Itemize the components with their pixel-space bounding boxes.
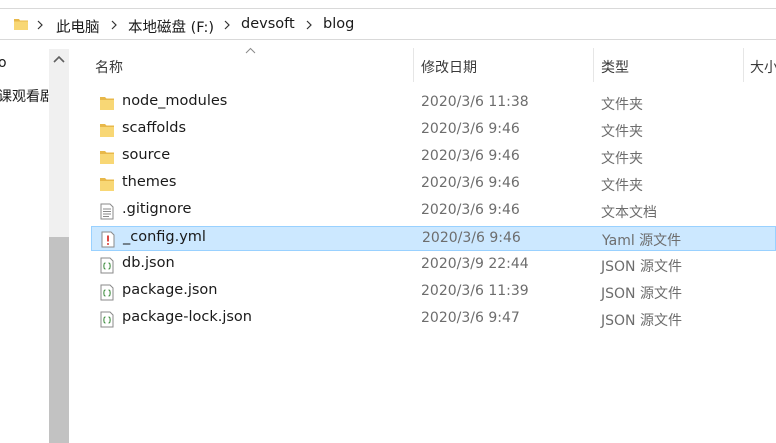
text-file-icon — [100, 203, 114, 220]
column-header-modified[interactable]: 修改日期 — [414, 48, 593, 84]
file-modified-date: 2020/3/6 9:46 — [421, 121, 520, 137]
file-name: themes — [122, 174, 177, 190]
file-name: .gitignore — [122, 201, 192, 217]
file-type: 文件夹 — [601, 97, 643, 113]
json-file-icon — [100, 257, 114, 274]
address-bar[interactable]: 此电脑 本地磁盘 (F:) devsoft blog — [0, 8, 776, 40]
breadcrumb-local-disk[interactable]: 本地磁盘 (F:) — [128, 16, 214, 37]
file-type: 文件夹 — [601, 124, 643, 140]
file-type: Yaml 源文件 — [602, 233, 682, 249]
breadcrumb-blog[interactable]: blog — [323, 16, 354, 32]
folder-icon — [100, 151, 114, 164]
scrollbar-thumb[interactable] — [49, 237, 69, 443]
file-type: 文件夹 — [601, 178, 643, 194]
file-modified-date: 2020/3/6 9:47 — [421, 310, 520, 326]
file-row[interactable]: source 2020/3/6 9:46 文件夹 — [91, 145, 776, 170]
breadcrumb-this-pc[interactable]: 此电脑 — [56, 16, 100, 37]
json-file-icon — [100, 284, 114, 301]
file-row[interactable]: _config.yml 2020/3/6 9:46 Yaml 源文件 — [91, 226, 776, 251]
file-row[interactable]: package.json 2020/3/6 11:39 JSON 源文件 — [91, 280, 776, 305]
column-header-size[interactable]: 大小 — [744, 48, 776, 84]
file-modified-date: 2020/3/6 9:46 — [421, 148, 520, 164]
file-type: JSON 源文件 — [601, 286, 682, 302]
yaml-file-icon — [101, 231, 115, 248]
file-name: package-lock.json — [122, 309, 252, 325]
file-row[interactable]: package-lock.json 2020/3/6 9:47 JSON 源文件 — [91, 307, 776, 332]
chevron-right-icon[interactable] — [110, 19, 118, 31]
nav-item[interactable]: 课观看剧 — [0, 86, 54, 106]
file-name: source — [122, 147, 171, 163]
folder-icon — [100, 97, 114, 110]
file-modified-date: 2020/3/6 9:46 — [422, 230, 521, 246]
column-label: 修改日期 — [421, 60, 477, 76]
file-modified-date: 2020/3/6 11:39 — [421, 283, 529, 299]
file-modified-date: 2020/3/9 22:44 — [421, 256, 529, 272]
folder-icon — [14, 19, 28, 30]
file-name: node_modules — [122, 93, 228, 109]
folder-icon — [100, 178, 114, 191]
navigation-pane: o 课观看剧 — [0, 41, 70, 443]
file-type: 文本文档 — [601, 205, 657, 221]
file-row[interactable]: .gitignore 2020/3/6 9:46 文本文档 — [91, 199, 776, 224]
file-modified-date: 2020/3/6 9:46 — [421, 175, 520, 191]
file-name: scaffolds — [122, 120, 187, 136]
file-row[interactable]: themes 2020/3/6 9:46 文件夹 — [91, 172, 776, 197]
column-label: 名称 — [95, 60, 123, 76]
file-name: _config.yml — [123, 229, 206, 245]
column-label: 类型 — [601, 60, 629, 76]
column-header-name[interactable]: 名称 — [91, 48, 413, 84]
file-row[interactable]: scaffolds 2020/3/6 9:46 文件夹 — [91, 118, 776, 143]
nav-item[interactable]: o — [0, 55, 7, 71]
folder-icon — [100, 124, 114, 137]
file-type: JSON 源文件 — [601, 313, 682, 329]
chevron-right-icon[interactable] — [223, 19, 231, 31]
file-modified-date: 2020/3/6 11:38 — [421, 94, 529, 110]
file-row[interactable]: node_modules 2020/3/6 11:38 文件夹 — [91, 91, 776, 116]
file-name: db.json — [122, 255, 175, 271]
column-header-type[interactable]: 类型 — [594, 48, 743, 84]
scroll-up-icon[interactable] — [53, 55, 65, 63]
file-type: 文件夹 — [601, 151, 643, 167]
file-type: JSON 源文件 — [601, 259, 682, 275]
breadcrumb-devsoft[interactable]: devsoft — [241, 16, 295, 32]
chevron-right-icon[interactable] — [305, 19, 313, 31]
file-name: package.json — [122, 282, 218, 298]
column-label: 大小 — [750, 60, 776, 76]
nav-scrollbar[interactable] — [49, 49, 69, 443]
chevron-right-icon[interactable] — [36, 19, 44, 31]
file-modified-date: 2020/3/6 9:46 — [421, 202, 520, 218]
file-row[interactable]: db.json 2020/3/9 22:44 JSON 源文件 — [91, 253, 776, 278]
json-file-icon — [100, 311, 114, 328]
